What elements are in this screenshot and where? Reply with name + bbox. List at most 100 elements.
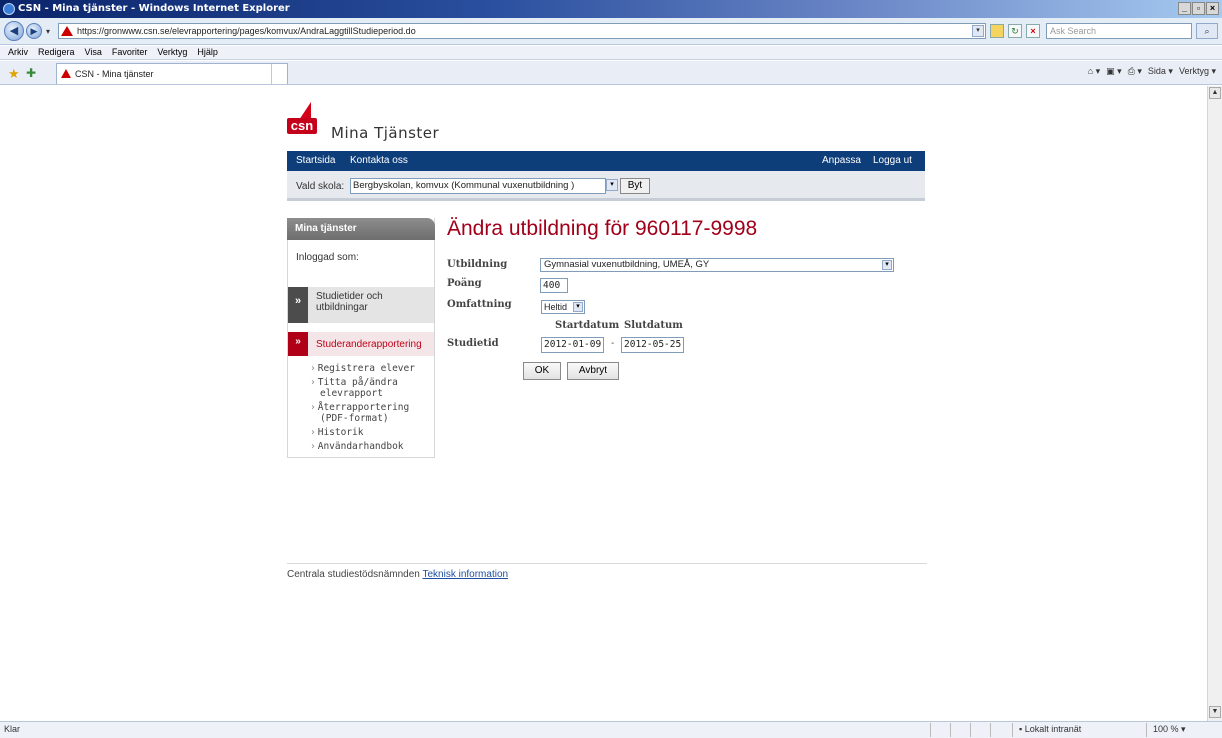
window-title: CSN - Mina tjänster - Windows Internet E… <box>18 3 290 14</box>
scroll-down-icon[interactable]: ▼ <box>1209 706 1221 718</box>
zoom-level[interactable]: 100 % ▾ <box>1146 723 1220 737</box>
footer-divider <box>287 563 927 564</box>
startdatum-header: Startdatum <box>555 320 620 331</box>
poang-input[interactable]: 400 <box>540 278 568 293</box>
byt-button[interactable]: Byt <box>620 178 650 194</box>
menu-arkiv[interactable]: Arkiv <box>8 46 28 59</box>
sidebar-subitem-aterrapportering[interactable]: › Återrapportering (PDF-format) <box>310 402 409 424</box>
search-input[interactable]: Ask Search <box>1046 23 1192 39</box>
school-select-value: Bergbyskolan, komvux (Kommunal vuxenutbi… <box>353 180 575 191</box>
teknisk-information-link[interactable]: Teknisk information <box>422 569 508 580</box>
sidebar-subitem-titta[interactable]: › Titta på/ändra elevrapport <box>310 377 398 399</box>
recent-pages-dropdown-icon[interactable]: ▾ <box>46 27 50 36</box>
nav-logga-ut[interactable]: Logga ut <box>873 155 912 166</box>
minimize-button[interactable]: _ <box>1178 2 1191 15</box>
school-select-arrow[interactable]: ▾ <box>606 178 620 194</box>
footer: Centrala studiestödsnämnden Teknisk info… <box>287 569 508 580</box>
tab-favicon-icon <box>61 69 71 78</box>
sidebar-item-studeranderapportering[interactable]: » Studeranderapportering <box>288 332 434 356</box>
chevron-right-icon: › <box>310 363 316 374</box>
close-window-button[interactable]: × <box>1206 2 1219 15</box>
maximize-button[interactable]: ▫ <box>1192 2 1205 15</box>
ok-button[interactable]: OK <box>523 362 561 380</box>
omfattning-dropdown-icon[interactable]: ▾ <box>573 302 583 312</box>
date-range-dash: - <box>611 338 615 349</box>
utbildning-label: Utbildning <box>447 259 508 270</box>
csn-logo-text: csn <box>287 118 317 134</box>
site-favicon-icon <box>61 26 73 36</box>
nav-anpassa[interactable]: Anpassa <box>822 155 861 166</box>
status-text: Klar <box>4 724 21 734</box>
site-nav: Startsida Kontakta oss Anpassa Logga ut <box>287 151 925 171</box>
sidebar-item-label: Studeranderapportering <box>316 339 422 350</box>
home-icon[interactable]: ⌂ ▾ <box>1088 66 1100 77</box>
studietid-label: Studietid <box>447 338 499 349</box>
lock-icon[interactable] <box>990 24 1004 38</box>
page-title: Ändra utbildning för 960117-9998 <box>447 217 758 240</box>
expand-chevron-icon: » <box>288 287 308 323</box>
vertical-scrollbar[interactable]: ▲ ▼ <box>1207 86 1222 721</box>
tab-bar: ★ ✚ CSN - Mina tjänster ⌂ ▾ ▣ ▾ ⎙ ▾ Sida… <box>0 61 1222 85</box>
cancel-button[interactable]: Avbryt <box>567 362 619 380</box>
chevron-right-icon: › <box>310 441 316 452</box>
tools-menu[interactable]: Verktyg ▾ <box>1179 66 1216 77</box>
utbildning-select[interactable]: Gymnasial vuxenutbildning, UMEÅ, GY ▾ <box>540 258 894 272</box>
window-titlebar: CSN - Mina tjänster - Windows Internet E… <box>0 0 1222 18</box>
sidebar-title: Mina tjänster <box>295 223 357 234</box>
school-label: Vald skola: <box>296 181 345 192</box>
tab-title: CSN - Mina tjänster <box>75 69 154 79</box>
poang-label: Poäng <box>447 278 482 289</box>
school-select[interactable]: Bergbyskolan, komvux (Kommunal vuxenutbi… <box>350 178 606 194</box>
address-url[interactable]: https://gronwww.csn.se/elevrapportering/… <box>77 26 416 36</box>
new-tab-button[interactable] <box>271 64 287 84</box>
back-arrow-icon[interactable]: ◀ <box>4 21 24 41</box>
search-button[interactable]: ⌕ <box>1196 23 1218 39</box>
address-bar[interactable]: https://gronwww.csn.se/elevrapportering/… <box>58 23 986 39</box>
csn-logo[interactable]: csn <box>287 102 327 136</box>
scroll-up-icon[interactable]: ▲ <box>1209 87 1221 99</box>
omfattning-label: Omfattning <box>447 299 512 310</box>
security-zone[interactable]: ▪ Lokalt intranät <box>1012 723 1142 737</box>
page-menu[interactable]: Sida ▾ <box>1148 66 1173 77</box>
menu-favoriter[interactable]: Favoriter <box>112 46 148 59</box>
school-dropdown-icon[interactable]: ▾ <box>606 179 618 191</box>
tab-csn-mina-tjanster[interactable]: CSN - Mina tjänster <box>56 63 288 84</box>
sidebar-item-studietider[interactable]: » Studietider och utbildningar <box>288 287 434 323</box>
collapse-chevron-icon: » <box>288 332 308 356</box>
menu-redigera[interactable]: Redigera <box>38 46 75 59</box>
window-controls: _ ▫ × <box>1178 2 1219 15</box>
status-bar: Klar ▪ Lokalt intranät 100 % ▾ <box>0 721 1222 738</box>
omfattning-select[interactable]: Heltid ▾ <box>541 300 585 314</box>
favorites-star-icon[interactable]: ★ <box>8 66 20 82</box>
address-dropdown-icon[interactable]: ▾ <box>972 25 984 37</box>
nav-startsida[interactable]: Startsida <box>296 155 335 166</box>
menu-hjalp[interactable]: Hjälp <box>197 46 218 59</box>
search-placeholder: Ask Search <box>1050 26 1097 36</box>
menu-visa[interactable]: Visa <box>85 46 102 59</box>
menu-verktyg[interactable]: Verktyg <box>157 46 187 59</box>
sidebar-subitem-historik[interactable]: › Historik <box>310 427 364 439</box>
logged-in-label: Inloggad som: <box>296 252 359 263</box>
sidebar-header: Mina tjänster <box>287 218 435 240</box>
forward-arrow-icon[interactable]: ▶ <box>26 23 42 39</box>
print-icon[interactable]: ⎙ ▾ <box>1128 66 1142 77</box>
add-favorite-icon[interactable]: ✚ <box>26 66 36 80</box>
slutdatum-header: Slutdatum <box>624 320 683 331</box>
chevron-right-icon: › <box>310 402 316 413</box>
nav-kontakta-oss[interactable]: Kontakta oss <box>350 155 408 166</box>
utbildning-dropdown-icon[interactable]: ▾ <box>882 260 892 270</box>
refresh-icon[interactable]: ↻ <box>1008 24 1022 38</box>
footer-org: Centrala studiestödsnämnden <box>287 569 420 580</box>
sidebar-subitem-registrera[interactable]: › Registrera elever <box>310 363 415 375</box>
slutdatum-input[interactable]: 2012-05-25 <box>621 337 684 353</box>
command-bar: ⌂ ▾ ▣ ▾ ⎙ ▾ Sida ▾ Verktyg ▾ <box>1088 66 1216 77</box>
menu-bar: Arkiv Redigera Visa Favoriter Verktyg Hj… <box>0 46 1222 60</box>
sidebar-subitem-anvandarhandbok[interactable]: › Användarhandbok <box>310 441 404 453</box>
startdatum-input[interactable]: 2012-01-09 <box>541 337 604 353</box>
address-toolbar: ◀ ▶ ▾ https://gronwww.csn.se/elevrapport… <box>0 18 1222 45</box>
site-brand: Mina Tjänster <box>331 124 440 142</box>
stop-icon[interactable]: × <box>1026 24 1040 38</box>
chevron-right-icon: › <box>310 377 316 388</box>
omfattning-select-value: Heltid <box>544 302 568 312</box>
feeds-icon[interactable]: ▣ ▾ <box>1106 66 1122 77</box>
